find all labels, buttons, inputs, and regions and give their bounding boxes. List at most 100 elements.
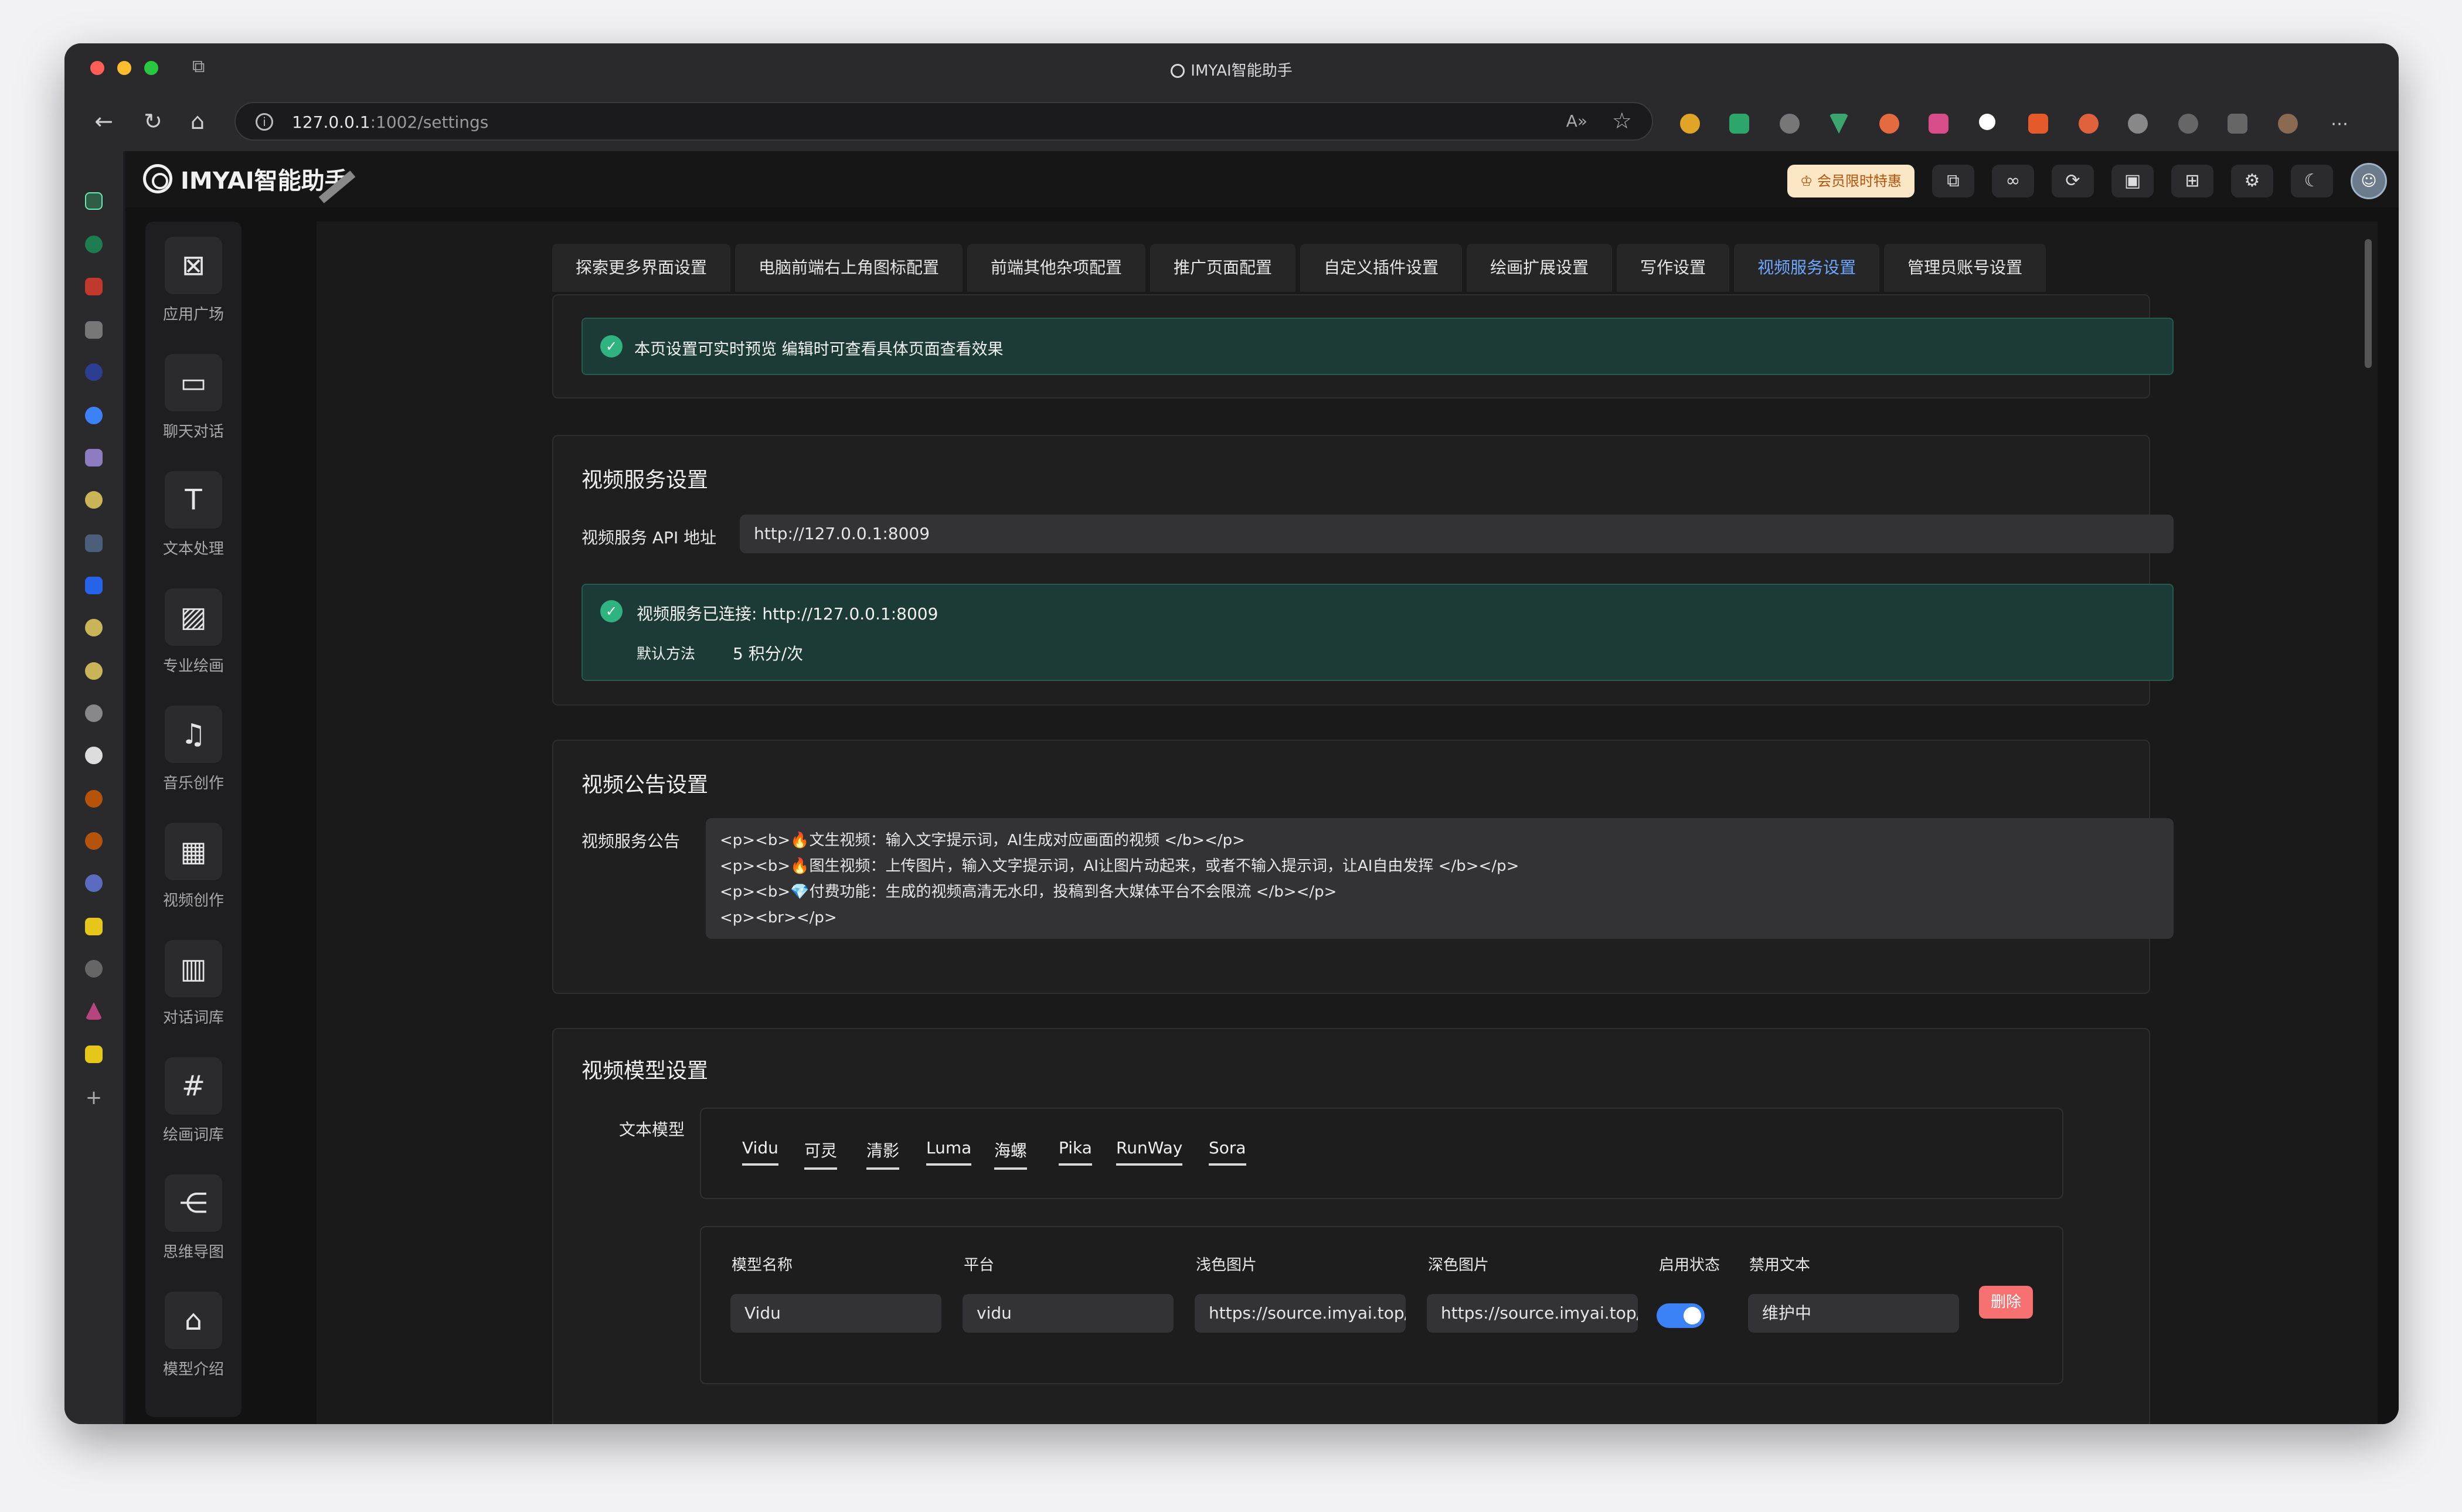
- extension-icon[interactable]: [1729, 114, 1749, 134]
- model-tab-kling[interactable]: 可灵: [804, 1138, 838, 1170]
- delete-model-button[interactable]: 删除: [1979, 1286, 2033, 1319]
- extension-icon[interactable]: [2028, 114, 2048, 134]
- profile-icon[interactable]: [2278, 114, 2298, 134]
- extension-icon[interactable]: [1680, 114, 1700, 134]
- github-icon[interactable]: [85, 747, 103, 764]
- sync-icon[interactable]: ⟳: [2052, 165, 2094, 197]
- url-path: :1002/settings: [370, 113, 489, 132]
- more-menu-icon[interactable]: ⋯: [2331, 114, 2351, 134]
- tab-icon[interactable]: [85, 278, 103, 295]
- tab-explore-ui[interactable]: 探索更多界面设置: [552, 244, 731, 292]
- model-tab-qingying[interactable]: 清影: [866, 1138, 900, 1170]
- model-tab-sora[interactable]: Sora: [1209, 1138, 1246, 1166]
- nav-item-painting[interactable]: ▨ 专业绘画: [145, 573, 242, 679]
- nav-item-model-intro[interactable]: ⌂ 模型介绍: [145, 1276, 242, 1382]
- tab-icon[interactable]: [85, 407, 103, 424]
- nav-item-drawing-library[interactable]: # 绘画词库: [145, 1042, 242, 1147]
- tab-custom-plugins[interactable]: 自定义插件设置: [1300, 244, 1463, 292]
- app-header: IMYAI智能助手 ♔ 会员限时特惠 ⧉ ∞ ⟳ ▣ ⊞ ⚙ ☾ ☺: [125, 151, 2399, 207]
- extension-icon[interactable]: [1879, 114, 1899, 134]
- tab-icon[interactable]: [85, 874, 103, 892]
- tab-icon[interactable]: [85, 918, 103, 935]
- tab-icon[interactable]: [85, 662, 103, 680]
- tab-icon[interactable]: [85, 619, 103, 636]
- tab-icon[interactable]: [85, 491, 103, 509]
- chat-icon: ▭: [165, 354, 222, 411]
- tab-icon[interactable]: [85, 534, 103, 552]
- tab-icon[interactable]: [85, 960, 103, 978]
- tab-drawing-ext[interactable]: 绘画扩展设置: [1467, 244, 1613, 292]
- dark-mode-moon-icon[interactable]: ☾: [2291, 165, 2333, 197]
- download-icon[interactable]: [2228, 114, 2247, 134]
- crown-icon: ♔: [1800, 173, 1817, 189]
- service-status-alert: ✓ 视频服务已连接: http://127.0.0.1:8009 默认方法 5 …: [582, 584, 2174, 681]
- extension-icon[interactable]: [1780, 114, 1800, 134]
- favorite-star-icon[interactable]: ☆: [1612, 108, 1632, 134]
- history-icon[interactable]: [2178, 114, 2198, 134]
- brand[interactable]: IMYAI智能助手: [143, 162, 348, 196]
- tab-icon[interactable]: [85, 1046, 103, 1063]
- settings-gear-icon[interactable]: ⚙: [2231, 165, 2273, 197]
- extension-icon[interactable]: [2079, 114, 2099, 134]
- window-title: IMYAI智能助手: [64, 59, 2399, 80]
- model-tab-hailuo[interactable]: 海螺: [994, 1138, 1028, 1170]
- back-icon[interactable]: ←: [88, 105, 120, 137]
- light-image-input[interactable]: https://source.imyai.top/: [1195, 1294, 1406, 1333]
- tab-frontend-misc[interactable]: 前端其他杂项配置: [967, 244, 1146, 292]
- model-tab-vidu[interactable]: Vidu: [742, 1138, 778, 1166]
- nav-item-text[interactable]: T 文本处理: [145, 456, 242, 561]
- announcement-line: <p><b>🔥文生视频：输入文字提示词，AI生成对应画面的视频 </b></p>: [720, 832, 1245, 849]
- site-info-icon[interactable]: i: [256, 113, 273, 131]
- tab-icon[interactable]: [85, 321, 103, 339]
- tab-icon[interactable]: [85, 236, 103, 253]
- extension-icon[interactable]: [1929, 114, 1948, 134]
- announcement-line: <p><b>💎付费功能：生成的视频高清无水印，投稿到各大媒体平台不会限流 </b…: [720, 883, 1337, 901]
- tab-icon[interactable]: [85, 363, 103, 381]
- enabled-toggle[interactable]: [1657, 1303, 1705, 1328]
- tab-writing[interactable]: 写作设置: [1617, 244, 1730, 292]
- tab-icon[interactable]: [85, 832, 103, 850]
- read-aloud-icon[interactable]: A»: [1566, 111, 1587, 131]
- tab-admin-account[interactable]: 管理员账号设置: [1884, 244, 2046, 292]
- tab-icon[interactable]: [85, 790, 103, 808]
- dark-image-input[interactable]: https://source.imyai.top/: [1427, 1294, 1638, 1333]
- extension-icon[interactable]: [1979, 114, 1995, 130]
- extensions-icon[interactable]: [2128, 114, 2148, 134]
- model-tab-pika[interactable]: Pika: [1059, 1138, 1092, 1166]
- model-name-input[interactable]: Vidu: [730, 1294, 941, 1333]
- api-address-input[interactable]: http://127.0.0.1:8009: [740, 515, 2174, 553]
- extension-icon[interactable]: [1829, 114, 1849, 134]
- link-icon[interactable]: ∞: [1992, 165, 2034, 197]
- model-tab-runway[interactable]: RunWay: [1116, 1138, 1183, 1166]
- platform-input[interactable]: vidu: [963, 1294, 1174, 1333]
- tab-icon[interactable]: [85, 577, 103, 594]
- url-text[interactable]: 127.0.0.1:1002/settings: [292, 113, 488, 132]
- screen-share-icon[interactable]: ⧉: [1932, 165, 1974, 197]
- nav-item-chat[interactable]: ▭ 聊天对话: [145, 339, 242, 444]
- text-model-label: 文本模型: [619, 1120, 685, 1139]
- nav-item-chat-library[interactable]: ▥ 对话词库: [145, 925, 242, 1030]
- nav-item-music[interactable]: ♫ 音乐创作: [145, 690, 242, 796]
- nav-item-video[interactable]: ▦ 视频创作: [145, 808, 242, 913]
- reload-icon[interactable]: ↻: [137, 105, 169, 137]
- home-icon[interactable]: ⌂: [182, 105, 213, 137]
- address-bar[interactable]: i 127.0.0.1:1002/settings A» ☆: [234, 102, 1653, 141]
- tab-icon[interactable]: [85, 1002, 103, 1020]
- nav-item-app-store[interactable]: ⊠ 应用广场: [145, 222, 242, 327]
- user-avatar[interactable]: ☺: [2351, 163, 2387, 199]
- gift-icon[interactable]: ⊞: [2171, 165, 2213, 197]
- vip-promo-button[interactable]: ♔ 会员限时特惠: [1787, 165, 1914, 197]
- model-tab-luma[interactable]: Luma: [926, 1138, 972, 1166]
- announcement-textarea[interactable]: <p><b>🔥文生视频：输入文字提示词，AI生成对应画面的视频 </b></p>…: [706, 818, 2174, 939]
- tab-promo-page[interactable]: 推广页面配置: [1150, 244, 1296, 292]
- tab-icon[interactable]: [85, 704, 103, 722]
- openai-tab-icon[interactable]: [85, 192, 103, 210]
- clipboard-icon[interactable]: ▣: [2111, 165, 2154, 197]
- disabled-text-input[interactable]: 维护中: [1748, 1294, 1959, 1333]
- tab-icon[interactable]: [85, 449, 103, 466]
- nav-item-mindmap[interactable]: ⋲ 思维导图: [145, 1159, 242, 1265]
- tab-pc-icons[interactable]: 电脑前端右上角图标配置: [735, 244, 963, 292]
- tab-video-service[interactable]: 视频服务设置: [1734, 244, 1880, 292]
- scrollbar[interactable]: [2365, 239, 2372, 368]
- add-tab-icon[interactable]: +: [85, 1088, 103, 1108]
